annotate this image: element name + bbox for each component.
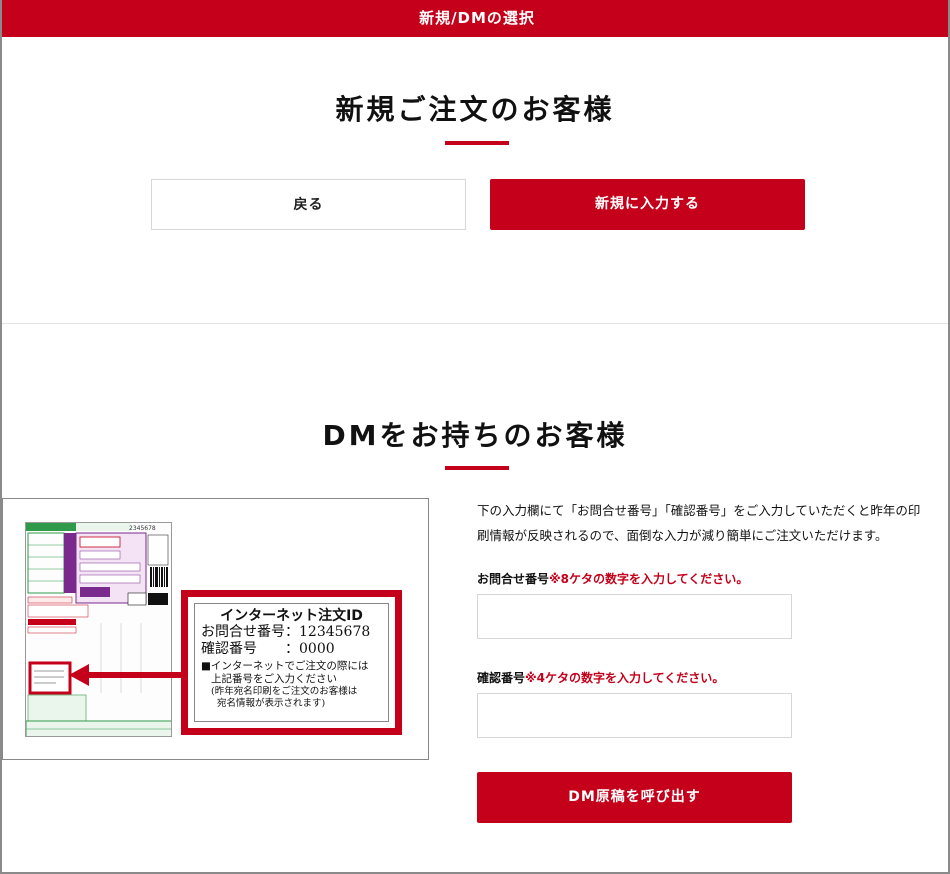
confirm-number-label-text: 確認番号: [477, 671, 526, 685]
form-number-text: 2345678: [129, 525, 156, 532]
page-frame: 新規/DMの選択 新規ご注文のお客様 戻る 新規に入力する DMをお持ちのお客様…: [0, 0, 950, 874]
pointer-arrow-icon: [69, 664, 185, 686]
new-entry-button[interactable]: 新規に入力する: [490, 179, 805, 230]
back-button[interactable]: 戻る: [151, 179, 466, 230]
new-section-title: 新規ご注文のお客様: [335, 93, 615, 126]
callout-inquiry-caption: お問合せ番号：12345678: [201, 624, 371, 640]
header-bar: 新規/DMの選択: [2, 0, 948, 37]
callout-confirm-caption: 確認番号 ：0000: [201, 641, 335, 657]
callout-note-3: (昨年宛名印刷をご注文のお客様は: [211, 686, 358, 697]
inquiry-number-label: お問合せ番号※8ケタの数字を入力してください。: [477, 570, 748, 587]
new-section-underline: [445, 141, 509, 145]
inquiry-number-note: ※8ケタの数字を入力してください。: [549, 572, 749, 586]
order-id-callout-inner: インターネット注文ID お問合せ番号：12345678 確認番号 ：0000 ■…: [194, 603, 389, 722]
dm-section-underline: [445, 466, 509, 470]
load-dm-button[interactable]: DM原稿を呼び出す: [477, 772, 792, 823]
section-divider: [2, 323, 948, 324]
dm-section-title: DMをお持ちのお客様: [322, 419, 628, 452]
callout-note-4: 宛名情報が表示されます): [217, 698, 326, 709]
inquiry-number-label-text: お問合せ番号: [477, 572, 550, 586]
dm-sample-image: 2345678 インターネット注文ID お問合せ番号：12345678 確認番号…: [2, 498, 429, 760]
callout-note-2: 上記番号をご入力ください: [211, 673, 337, 685]
header-title: 新規/DMの選択: [419, 9, 535, 27]
dm-description-line-1: 下の入力欄にて「お問合せ番号」「確認番号」をご入力していただくと昨年の印: [477, 503, 921, 518]
confirm-number-label: 確認番号※4ケタの数字を入力してください。: [477, 669, 724, 686]
dm-form-illustration: 2345678: [26, 523, 171, 736]
dm-description: 下の入力欄にて「お問合せ番号」「確認番号」をご入力していただくと昨年の印 刷情報…: [477, 498, 948, 548]
confirm-number-input[interactable]: [477, 693, 792, 738]
dm-form-thumbnail: 2345678: [25, 522, 172, 737]
order-id-callout: インターネット注文ID お問合せ番号：12345678 確認番号 ：0000 ■…: [181, 590, 402, 735]
confirm-number-note: ※4ケタの数字を入力してください。: [525, 671, 725, 685]
callout-note-1: ■インターネットでご注文の際には: [201, 660, 369, 672]
dm-description-line-2: 刷情報が反映されるので、面倒な入力が減り簡単にご注文いただけます。: [477, 528, 888, 543]
callout-title: インターネット注文ID: [220, 608, 363, 624]
inquiry-number-input[interactable]: [477, 594, 792, 639]
